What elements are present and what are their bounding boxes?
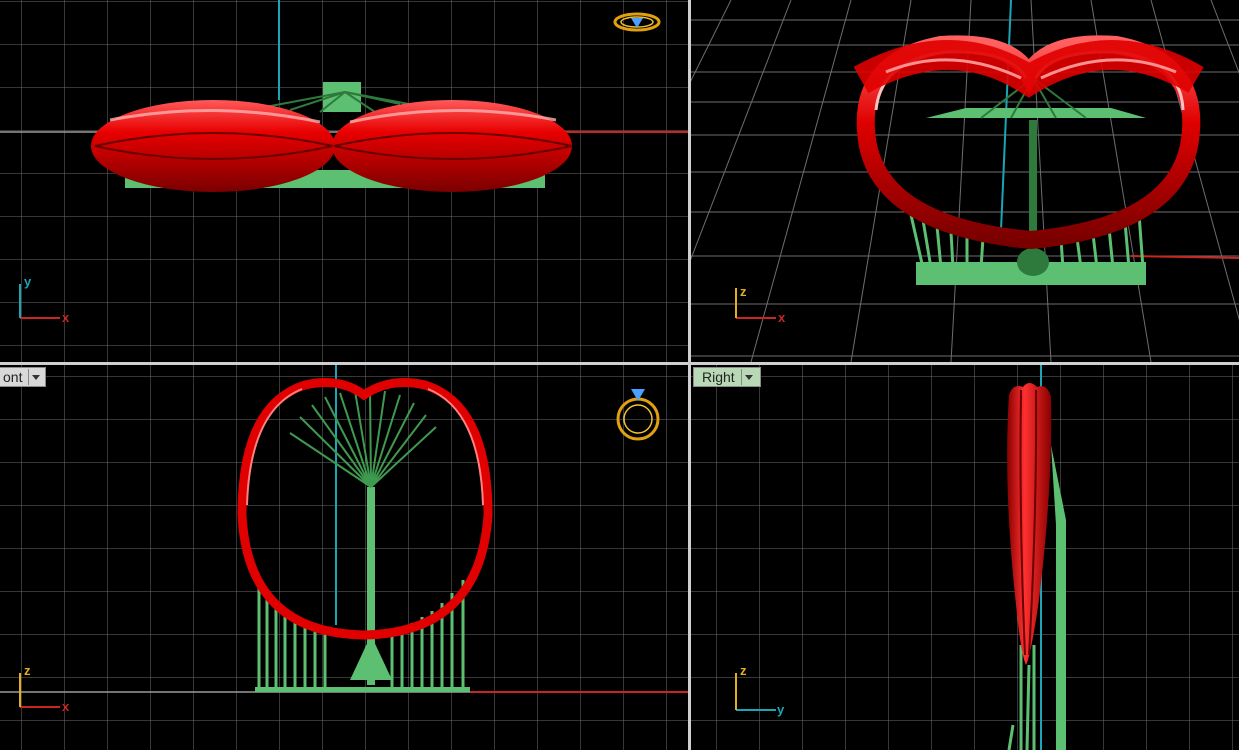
- axis-label-h: x: [62, 699, 70, 714]
- viewport-top[interactable]: y x: [0, 0, 688, 362]
- viewport-perspective[interactable]: z x: [691, 0, 1239, 362]
- viewport-tab-right[interactable]: Right: [693, 367, 761, 387]
- viewport-tab-label: ont: [3, 369, 23, 385]
- viewport-splitter-horizontal[interactable]: [0, 362, 1239, 365]
- chevron-down-icon[interactable]: [28, 369, 41, 385]
- viewport-splitter-vertical[interactable]: [688, 0, 691, 750]
- viewport-right[interactable]: z y Right: [691, 365, 1239, 750]
- front-scene: z x: [0, 365, 688, 750]
- axis-label-v: y: [24, 274, 32, 289]
- viewport-tab-label: Right: [702, 369, 735, 385]
- axis-label-h: x: [778, 310, 786, 325]
- axis-label-v: z: [740, 284, 747, 299]
- axis-label-v: z: [24, 663, 31, 678]
- axis-label-v: z: [740, 663, 747, 678]
- top-scene: y x: [0, 0, 688, 362]
- chevron-down-icon[interactable]: [740, 369, 754, 385]
- ring-left-half: [91, 100, 335, 192]
- viewport-tab-front[interactable]: ont: [0, 367, 46, 387]
- ring-right-half: [332, 100, 572, 192]
- viewport-front[interactable]: z x ont: [0, 365, 688, 750]
- axis-label-h: x: [62, 310, 70, 325]
- ring-top-icon[interactable]: [613, 12, 661, 32]
- right-scene: z y: [691, 365, 1239, 750]
- perspective-scene: z x: [691, 0, 1239, 362]
- axis-label-h: y: [777, 702, 785, 717]
